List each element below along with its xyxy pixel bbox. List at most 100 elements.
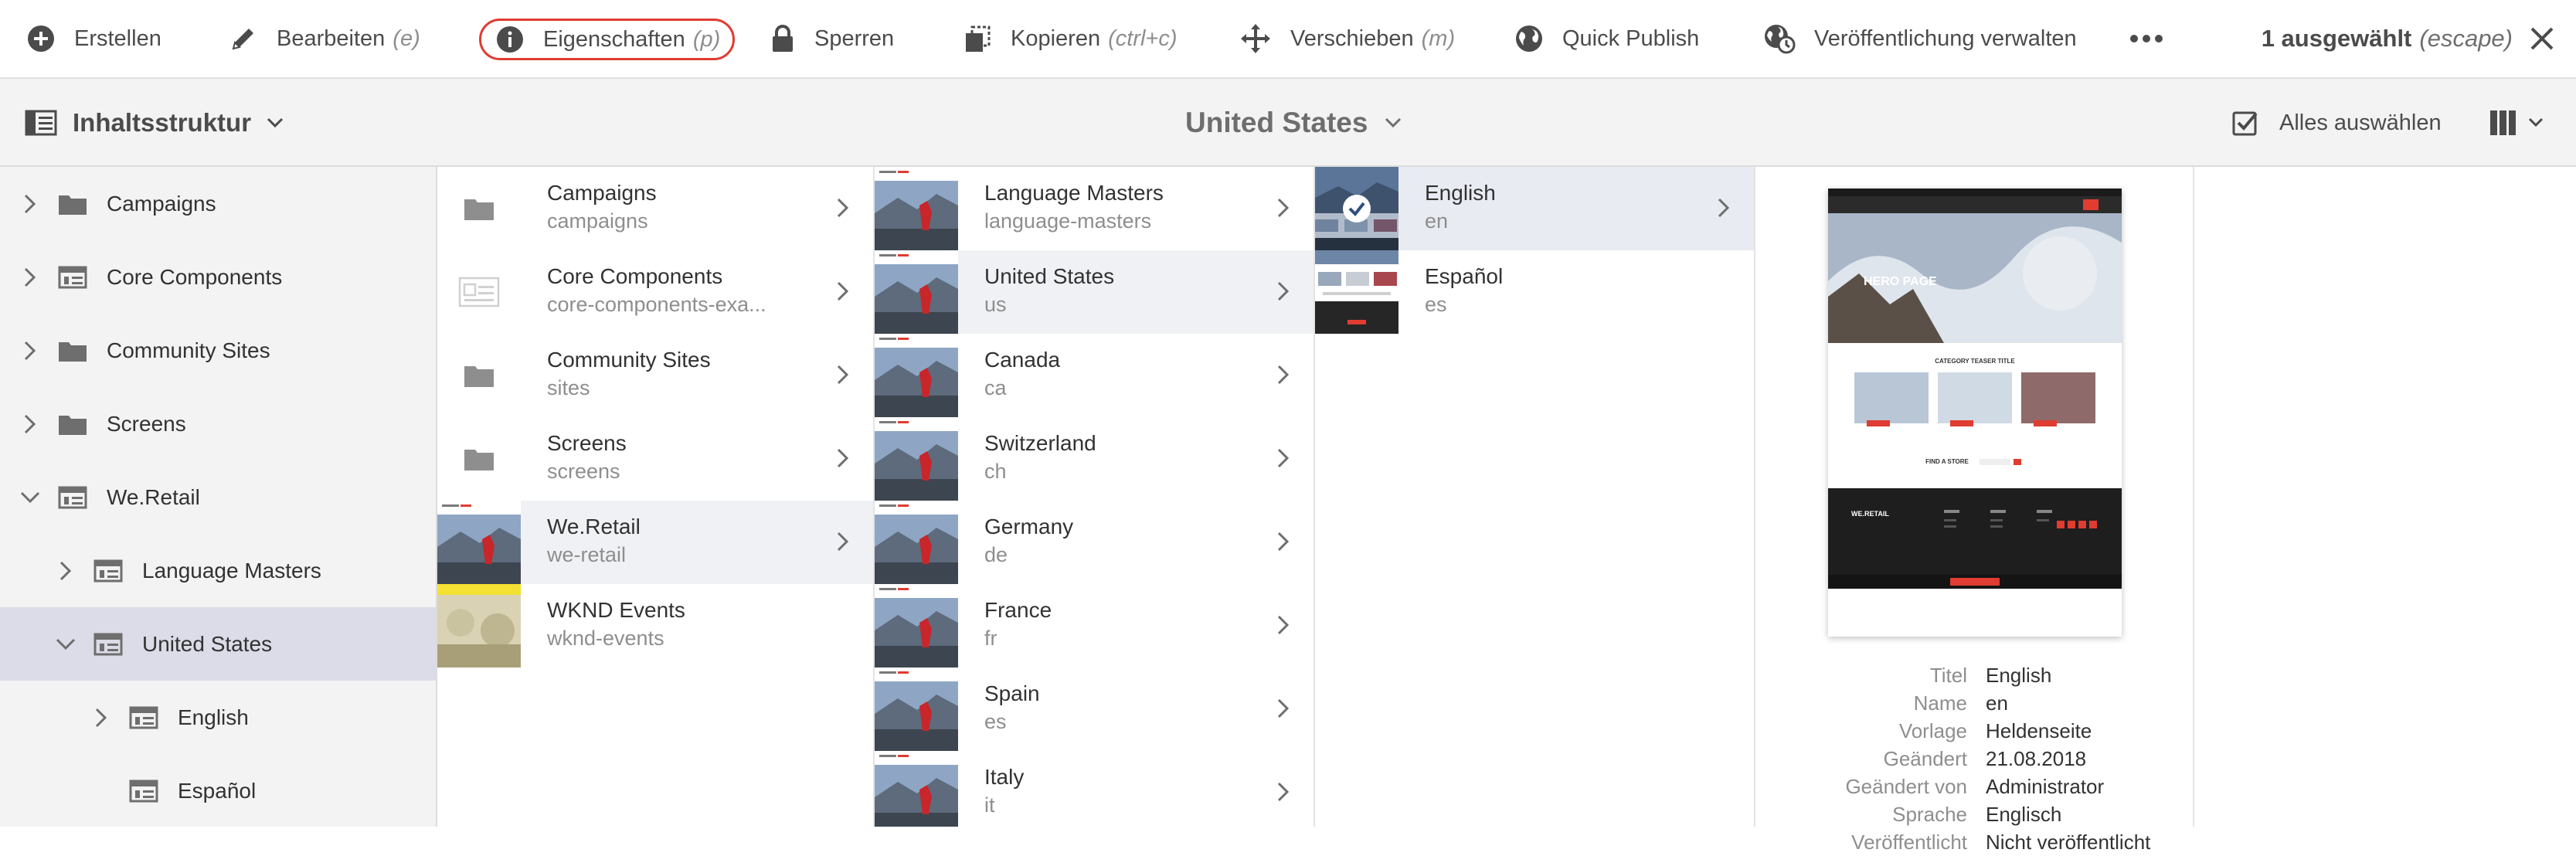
chevron-right-icon[interactable] [1270,445,1296,471]
copy-button[interactable]: Kopieren (ctrl+c) [963,0,1178,77]
item-name: fr [984,627,997,650]
column-item-wknd-events[interactable]: WKND Events wknd-events [437,584,873,667]
quick-publish-button[interactable]: Quick Publish [1514,0,1699,77]
chevron-right-icon[interactable] [88,705,114,731]
close-icon[interactable] [2527,23,2557,54]
property-value: English [1986,663,2052,687]
column-item-us[interactable]: United States us [875,250,1313,334]
chevron-right-icon[interactable] [53,558,79,584]
page-thumbnail [437,584,521,667]
tree-item-core-components[interactable]: Core Components [0,240,436,314]
move-icon [1239,22,1272,55]
checkmark-circle-icon[interactable] [1341,193,1372,224]
chevron-right-icon[interactable] [1270,695,1296,722]
properties-button[interactable]: Eigenschaften (p) [479,19,736,60]
column-item-campaigns[interactable]: Campaigns campaigns [437,167,873,250]
view-switcher[interactable] [2489,79,2544,167]
chevron-down-icon[interactable] [17,484,43,511]
column-item-it[interactable]: Italy it [875,751,1313,827]
column-item-espanol[interactable]: Español es [1315,250,1754,334]
properties-label: Eigenschaften (p) [543,26,721,52]
chevron-right-icon[interactable] [17,191,43,217]
page-thumbnail [875,167,958,250]
item-name: es [1425,293,1447,316]
column-united-states: English en Español es [1315,167,1755,827]
chevron-right-icon[interactable] [1711,195,1737,221]
page-title: United States [1185,107,1368,138]
folder-icon [57,337,88,365]
item-name: campaigns [547,209,648,233]
item-title: Switzerland [984,431,1096,455]
page-thumbnail [875,501,958,584]
chevron-right-icon[interactable] [17,338,43,364]
chevron-right-icon[interactable] [830,278,856,304]
column-item-we-retail[interactable]: We.Retail we-retail [437,501,873,584]
move-label: Verschieben (m) [1290,25,1456,51]
chevron-right-icon[interactable] [1270,362,1296,388]
tree-item-united-states[interactable]: United States [0,607,436,681]
item-name: core-components-exa... [547,293,766,316]
tree-item-community-sites[interactable]: Community Sites [0,314,436,387]
column-item-fr[interactable]: France fr [875,584,1313,667]
page-preview-thumbnail: HERO PAGE CATEGORY TEASER TITLE FIND A S… [1828,189,2122,637]
chevron-right-icon[interactable] [830,362,856,388]
property-value: 21.08.2018 [1986,746,2087,770]
column-item-ch[interactable]: Switzerland ch [875,417,1313,501]
chevron-down-icon[interactable] [53,631,79,657]
page-thumbnail [875,667,958,751]
chevron-right-icon[interactable] [1270,779,1296,805]
chevron-right-icon[interactable] [830,528,856,555]
edit-button[interactable]: Bearbeiten (e) [229,0,420,77]
plus-circle-icon [26,24,56,53]
tree-item-english[interactable]: English [0,681,436,754]
more-actions-button[interactable] [2129,0,2163,77]
tree-item-language-masters[interactable]: Language Masters [0,534,436,607]
action-bar: Erstellen Bearbeiten (e) Eigenschaften (p)… [0,0,2576,79]
column-item-community-sites[interactable]: Community Sites sites [437,334,873,417]
item-title: We.Retail [547,515,641,538]
chevron-right-icon[interactable] [17,264,43,290]
item-name: us [984,293,1007,316]
column-item-english[interactable]: English en [1315,167,1754,250]
chevron-right-icon[interactable] [1270,195,1296,221]
lock-button[interactable]: Sperren [770,0,894,77]
column-item-screens[interactable]: Screens screens [437,417,873,501]
chevron-right-icon[interactable] [830,195,856,221]
create-button[interactable]: Erstellen [26,0,161,77]
chevron-right-icon[interactable] [1270,278,1296,304]
tree-item-we-retail[interactable]: We.Retail [0,460,436,534]
chevron-right-icon[interactable] [17,411,43,437]
chevron-right-icon[interactable] [830,445,856,471]
tree-item-campaigns[interactable]: Campaigns [0,167,436,240]
tree-item-screens[interactable]: Screens [0,387,436,460]
preview-hero-text: HERO PAGE [1864,275,1937,288]
page-thumbnail [1315,167,1398,250]
select-all-button[interactable]: Alles auswählen [2231,79,2442,167]
column-item-language-masters[interactable]: Language Masters language-masters [875,167,1313,250]
page-title-dropdown[interactable]: United States [1185,79,1402,167]
column-item-de[interactable]: Germany de [875,501,1313,584]
chevron-right-icon[interactable] [1270,612,1296,638]
tree-item-label: Campaigns [107,191,216,216]
item-title: Campaigns [547,181,657,205]
tree-item-espanol[interactable]: Español [0,754,436,827]
chevron-right-icon[interactable] [1270,528,1296,555]
page-properties-list: Titel English Name en Vorlage Heldenseite Geän… [1755,661,2194,856]
property-value: en [1986,691,2008,715]
item-name: sites [547,376,590,399]
manage-publication-button[interactable]: Veröffentlichung verwalten [1763,0,2077,77]
preview-panel: HERO PAGE CATEGORY TEASER TITLE FIND A S… [1755,167,2194,854]
column-item-ca[interactable]: Canada ca [875,334,1313,417]
move-button[interactable]: Verschieben (m) [1239,0,1455,77]
column-item-core-components[interactable]: Core Components core-components-exa... [437,250,873,334]
folder-icon [437,334,521,417]
property-key: Geändert [1883,746,1967,770]
pencil-icon [229,24,258,53]
folder-icon [57,410,88,438]
rail-toggle-button[interactable]: Inhaltsstruktur [25,79,284,167]
property-key: Vorlage [1898,718,1967,742]
properties-hint: (p) [692,26,721,52]
page-icon [57,484,88,511]
column-item-es[interactable]: Spain es [875,667,1313,751]
ellipsis-icon [2129,34,2163,43]
